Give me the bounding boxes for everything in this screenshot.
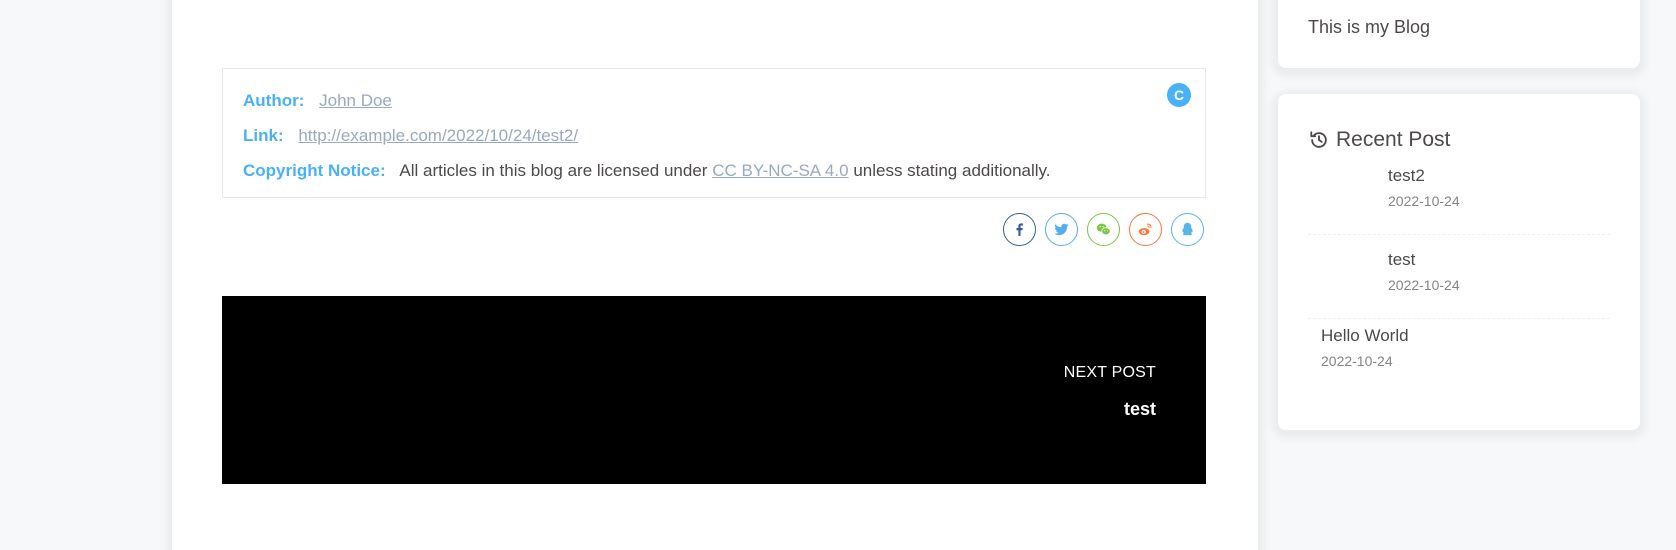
- recent-post-title: test2: [1388, 166, 1425, 185]
- copyright-author-label: Author:: [243, 91, 305, 110]
- weibo-icon: [1138, 223, 1152, 236]
- copyright-icon: C: [1167, 83, 1191, 107]
- recent-posts-header: Recent Post: [1308, 128, 1450, 152]
- recent-post-item[interactable]: test 2022-10-24: [1308, 250, 1610, 310]
- copyright-link-row: Link: http://example.com/2022/10/24/test…: [243, 118, 1185, 153]
- blog-description: This is my Blog: [1308, 17, 1431, 37]
- recent-post-item[interactable]: test2 2022-10-24: [1308, 166, 1610, 226]
- twitter-icon: [1054, 223, 1069, 236]
- copyright-link-label: Link:: [243, 126, 284, 145]
- copyright-post-url[interactable]: http://example.com/2022/10/24/test2/: [298, 126, 578, 145]
- recent-post-title: test: [1388, 250, 1416, 269]
- post-card: C Author: John Doe Link: http://example.…: [172, 0, 1258, 550]
- author-info-card: This is my Blog: [1278, 0, 1640, 68]
- next-post-title: test: [1123, 399, 1156, 419]
- recent-post-date: 2022-10-24: [1321, 353, 1393, 369]
- share-facebook-button[interactable]: [1003, 213, 1036, 246]
- post-copyright: C Author: John Doe Link: http://example.…: [222, 68, 1206, 198]
- copyright-notice-label: Copyright Notice:: [243, 161, 386, 180]
- next-post-link[interactable]: NEXT POST test: [222, 296, 1206, 484]
- copyright-notice-prefix: All articles in this blog are licensed u…: [399, 161, 708, 180]
- history-icon: [1310, 131, 1327, 148]
- share-twitter-button[interactable]: [1045, 213, 1078, 246]
- recent-post-title: Hello World: [1321, 326, 1409, 345]
- share-weibo-button[interactable]: [1129, 213, 1162, 246]
- recent-posts-title: Recent Post: [1336, 128, 1451, 151]
- copyright-notice-row: Copyright Notice: All articles in this b…: [243, 153, 1185, 188]
- copyright-notice-suffix: unless stating additionally.: [853, 161, 1051, 180]
- recent-divider: [1308, 234, 1610, 235]
- copyright-author-row: Author: John Doe: [243, 83, 1185, 118]
- recent-divider: [1308, 318, 1610, 319]
- recent-post-date: 2022-10-24: [1388, 193, 1460, 209]
- recent-posts-card: Recent Post test2 2022-10-24 test 2022-1…: [1278, 94, 1640, 430]
- social-share: [1003, 213, 1204, 246]
- facebook-icon: [1016, 223, 1023, 236]
- license-link[interactable]: CC BY-NC-SA 4.0: [712, 161, 848, 180]
- recent-post-item[interactable]: Hello World 2022-10-24: [1308, 326, 1610, 386]
- next-post-label: NEXT POST: [1063, 364, 1156, 381]
- qq-icon: [1182, 222, 1193, 236]
- recent-post-date: 2022-10-24: [1388, 277, 1460, 293]
- share-qq-button[interactable]: [1171, 213, 1204, 246]
- wechat-icon: [1096, 223, 1111, 236]
- copyright-author-link[interactable]: John Doe: [319, 91, 392, 110]
- share-wechat-button[interactable]: [1087, 213, 1120, 246]
